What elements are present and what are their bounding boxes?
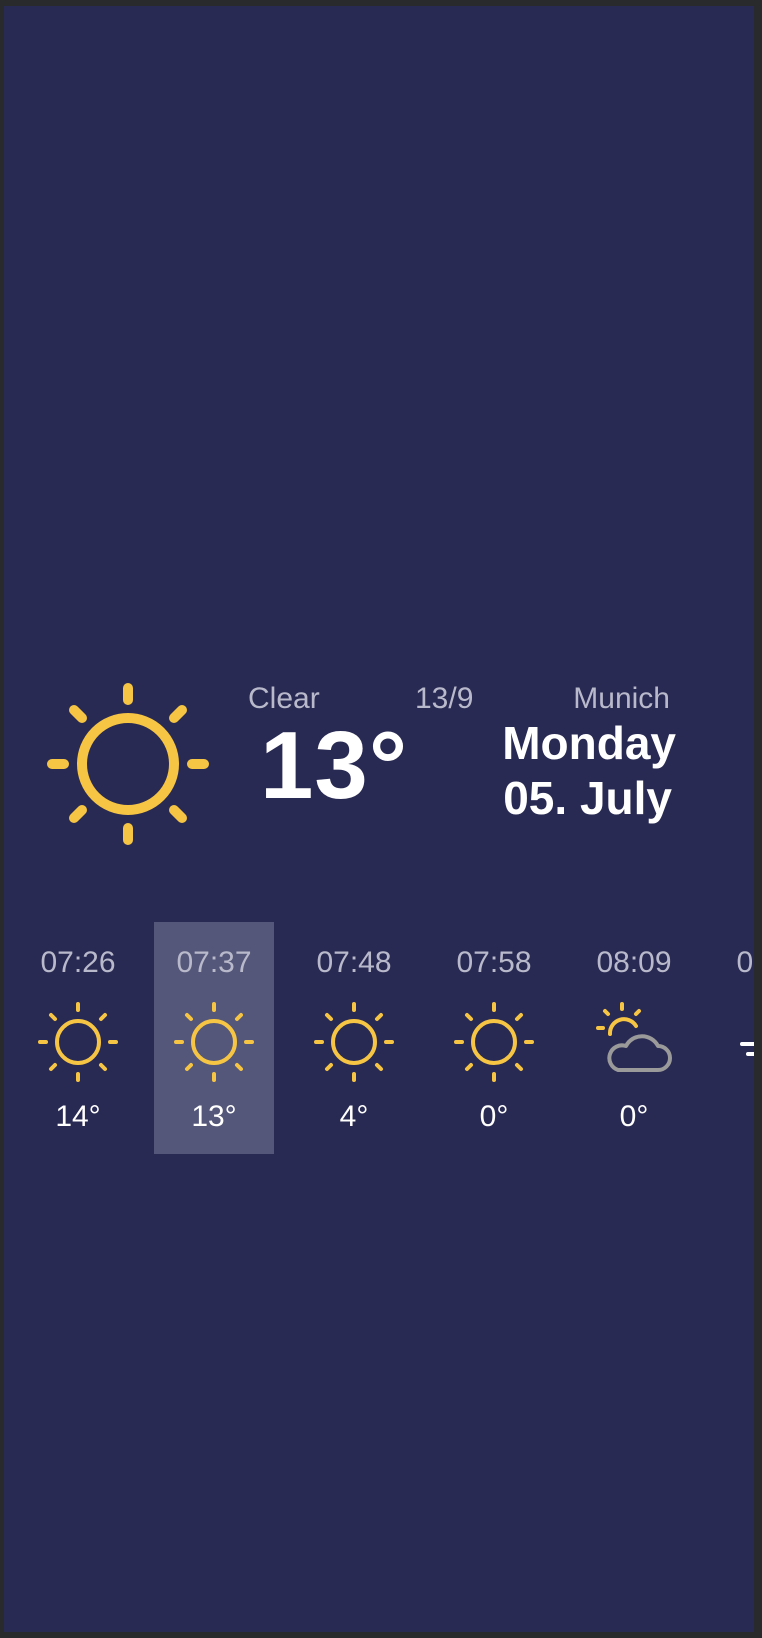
hour-time: 08:09: [596, 946, 672, 979]
sun-icon: [38, 1002, 118, 1082]
partly-cloudy-icon: [596, 1002, 672, 1072]
condition-label: Clear: [248, 682, 320, 715]
date-label: 05. July: [503, 772, 672, 824]
current-temperature: 13°: [260, 712, 409, 819]
city-label: Munich: [573, 682, 670, 715]
device-frame: Clear 13/9 Munich 13° Monday 05. July 07…: [0, 0, 762, 1638]
hourly-item[interactable]: 07:48 4°: [294, 922, 414, 1154]
hour-time: 07:37: [176, 946, 252, 979]
hourly-forecast[interactable]: 07:26 14° 07:37 13° 07:48 4° 07:58 0° 08…: [4, 922, 754, 1154]
hourly-item-partial[interactable]: 08:20: [714, 922, 754, 1154]
sun-icon: [454, 1002, 534, 1082]
high-low-label: 13/9: [415, 682, 474, 715]
hourly-item[interactable]: 08:09 0°: [574, 922, 694, 1154]
hour-temperature: 14°: [55, 1100, 101, 1133]
hourly-item[interactable]: 07:26 14°: [18, 922, 138, 1154]
weather-screen: Clear 13/9 Munich 13° Monday 05. July 07…: [4, 6, 754, 1632]
sun-icon: [47, 683, 209, 845]
hour-time: 07:26: [40, 946, 116, 979]
hour-time: 07:58: [456, 946, 532, 979]
wind-icon: [740, 1042, 754, 1056]
day-label: Monday: [502, 717, 676, 769]
hour-time: 08:20: [736, 946, 754, 979]
hourly-item-selected[interactable]: 07:37 13°: [154, 922, 274, 1154]
sun-icon: [314, 1002, 394, 1082]
hour-temperature: 13°: [191, 1100, 237, 1133]
hour-temperature: 0°: [479, 1100, 509, 1133]
hour-time: 07:48: [316, 946, 392, 979]
hour-temperature: 4°: [339, 1100, 369, 1133]
sun-icon: [174, 1002, 254, 1082]
hourly-item[interactable]: 07:58 0°: [434, 922, 554, 1154]
hour-temperature: 0°: [619, 1100, 649, 1133]
current-weather: Clear 13/9 Munich 13° Monday 05. July: [4, 6, 754, 1632]
